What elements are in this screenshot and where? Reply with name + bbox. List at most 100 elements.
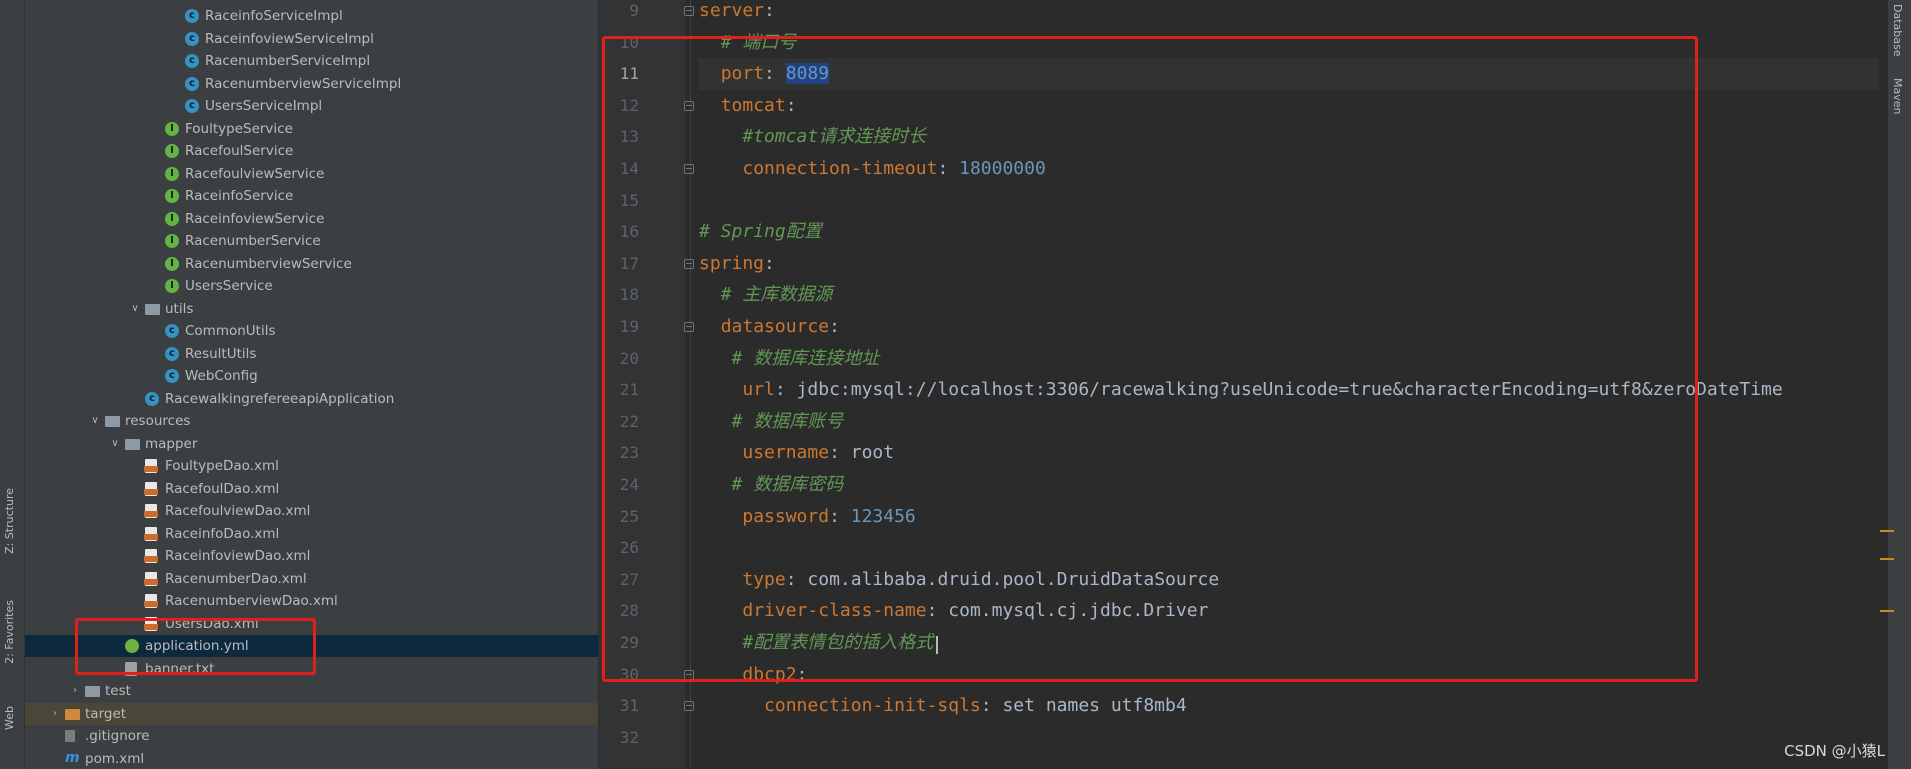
line-number: 9 [629, 0, 639, 20]
tree-item-label: ResultUtils [185, 345, 257, 362]
tree-item-label: FoultypeService [185, 120, 293, 137]
watermark: CSDN @小猿L [1784, 742, 1885, 760]
tree-item[interactable]: RacefoulDao.xml [25, 478, 598, 500]
text-cursor [936, 636, 938, 654]
tree-item-label: RaceinfoviewDao.xml [165, 548, 311, 564]
tree-item-label: FoultypeDao.xml [165, 458, 279, 474]
tree-item[interactable]: UsersService [25, 275, 598, 297]
tree-item[interactable]: .gitignore [25, 725, 598, 747]
chevron-right-icon[interactable]: › [49, 703, 61, 725]
tree-item-label: RacefoulviewDao.xml [165, 503, 311, 519]
class-icon [165, 369, 179, 383]
tree-item-label: RacenumberviewService [185, 255, 352, 272]
tree-item[interactable]: RacewalkingrefereeapiApplication [25, 388, 598, 410]
folder-icon [85, 686, 100, 697]
tree-item-label: RacefoulDao.xml [165, 480, 280, 497]
tree-item[interactable]: RacefoulviewService [25, 163, 598, 185]
favorites-tab[interactable]: 2: Favorites [3, 600, 16, 664]
tree-item[interactable]: RacefoulService [25, 140, 598, 162]
interface-icon [165, 279, 179, 293]
tree-item[interactable]: ResultUtils [25, 343, 598, 365]
scroll-marker [1880, 530, 1894, 532]
tree-item[interactable]: ∨ resources [25, 410, 598, 432]
maven-tab[interactable]: Maven [1891, 78, 1904, 114]
fold-collapse-icon[interactable] [684, 5, 694, 16]
tree-item[interactable]: RacefoulviewDao.xml [25, 500, 598, 522]
tree-item-label: test [105, 683, 131, 699]
tree-item[interactable]: RacenumberviewService [25, 253, 598, 275]
tree-item-label: RaceinfoviewService [185, 210, 325, 227]
tree-item[interactable]: ∨ utils [25, 298, 598, 320]
chevron-down-icon[interactable]: ∨ [109, 433, 121, 455]
yaml-key: server [699, 0, 765, 21]
tree-item[interactable]: m pom.xml [25, 748, 598, 769]
class-icon [185, 99, 199, 113]
class-icon [185, 9, 199, 23]
tree-item[interactable]: RaceinfoviewService [25, 208, 598, 230]
tree-item[interactable]: FoultypeService [25, 118, 598, 140]
tree-item[interactable]: RacenumberDao.xml [25, 568, 598, 590]
database-tab[interactable]: Database [1891, 4, 1904, 57]
folder-icon [125, 438, 140, 450]
yaml-value: set names utf8mb4 [1002, 695, 1187, 717]
tree-item-label: resources [125, 413, 191, 429]
tree-item[interactable]: RacenumberService [25, 230, 598, 252]
yaml-key: connection-init-sqls [764, 695, 981, 717]
tree-item[interactable]: RacenumberviewServiceImpl [25, 73, 598, 95]
folder-icon [145, 303, 160, 315]
tree-item-label: mapper [145, 435, 198, 452]
tree-item[interactable]: WebConfig [25, 365, 598, 387]
tree-item[interactable]: RaceinfoviewServiceImpl [25, 28, 598, 50]
tree-item-label: RacefoulviewService [185, 165, 325, 182]
tree-item-label: RacewalkingrefereeapiApplication [165, 390, 395, 407]
interface-icon [165, 211, 179, 226]
tree-item[interactable]: › test [25, 680, 598, 702]
interface-icon [165, 166, 179, 181]
code-line[interactable]: server: [699, 0, 1879, 27]
tree-item[interactable]: FoultypeDao.xml [25, 455, 598, 477]
class-icon [165, 346, 179, 361]
tree-item[interactable]: RacenumberServiceImpl [25, 50, 598, 72]
tree-item-label: WebConfig [185, 368, 258, 384]
tree-item-label: target [85, 705, 127, 722]
tree-item[interactable]: › target [25, 702, 598, 725]
xml-file-icon [144, 526, 158, 541]
xml-file-icon [144, 481, 158, 496]
structure-tab[interactable]: Z: Structure [3, 488, 16, 554]
tree-item[interactable]: CommonUtils [25, 320, 598, 342]
left-tool-strip: Z: Structure 2: Favorites Web [0, 0, 25, 769]
interface-icon [165, 256, 179, 271]
tree-item-label: RaceinfoServiceImpl [205, 8, 343, 24]
tree-item[interactable]: RaceinfoService [25, 185, 598, 207]
fold-end-icon[interactable] [684, 701, 694, 712]
tree-item[interactable]: RaceinfoDao.xml [25, 523, 598, 545]
xml-file-icon [144, 459, 158, 473]
tree-item-label: RacenumberServiceImpl [205, 53, 371, 69]
chevron-right-icon[interactable]: › [69, 680, 81, 702]
chevron-down-icon[interactable]: ∨ [129, 298, 141, 320]
chevron-down-icon[interactable]: ∨ [89, 410, 101, 432]
tree-item-label: RaceinfoviewServiceImpl [205, 30, 374, 47]
line-number: 32 [619, 727, 639, 747]
code-line[interactable]: connection-init-sqls: set names utf8mb4 [699, 690, 1879, 722]
xml-file-icon [144, 504, 158, 518]
tree-item[interactable]: RacenumberviewDao.xml [25, 590, 598, 612]
tree-item-label: RacenumberviewDao.xml [165, 593, 338, 609]
tree-item-label: pom.xml [85, 750, 145, 767]
tree-item-label: UsersService [185, 278, 273, 294]
highlight-box-file [75, 618, 316, 675]
highlight-box-code [602, 36, 1698, 682]
line-number: 31 [619, 696, 639, 716]
tree-item-label: .gitignore [85, 728, 150, 744]
folder-icon [65, 708, 80, 720]
tree-item[interactable]: RaceinfoviewDao.xml [25, 545, 598, 567]
tree-item-label: RaceinfoDao.xml [165, 525, 280, 542]
web-tab[interactable]: Web [3, 706, 16, 730]
tree-item[interactable]: UsersServiceImpl [25, 95, 598, 117]
code-line[interactable] [699, 722, 1879, 754]
tree-item[interactable]: RaceinfoServiceImpl [25, 5, 598, 27]
tree-item-label: RacenumberService [185, 233, 321, 249]
tree-item[interactable]: ∨ mapper [25, 433, 598, 455]
xml-file-icon [144, 594, 158, 608]
class-icon [145, 391, 159, 406]
